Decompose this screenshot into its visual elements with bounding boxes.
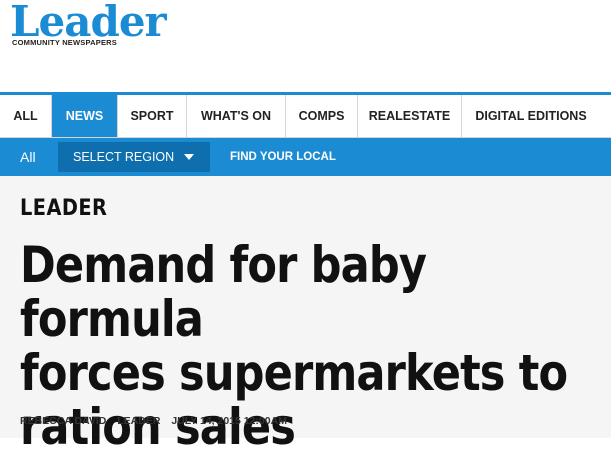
masthead: Leader COMMUNITY NEWSPAPERS bbox=[0, 0, 611, 92]
publish-date: JULY 14, 2015 12:00AM bbox=[171, 415, 287, 427]
author-name[interactable]: REBECCA DAVID bbox=[20, 415, 106, 427]
nav-item-whats-on[interactable]: WHAT'S ON bbox=[187, 95, 286, 137]
headline-line: forces supermarkets to bbox=[20, 344, 568, 402]
headline-line: Demand for baby formula bbox=[20, 236, 427, 348]
nav-item-digital-editions[interactable]: DIGITAL EDITIONS bbox=[462, 95, 600, 137]
logo-tagline: COMMUNITY NEWSPAPERS bbox=[12, 38, 117, 47]
headline-line: ration sales bbox=[20, 398, 296, 456]
byline: REBECCA DAVID LEADER JULY 14, 2015 12:00… bbox=[20, 415, 295, 427]
section-label[interactable]: LEADER bbox=[20, 196, 107, 221]
nav-item-news[interactable]: NEWS bbox=[52, 95, 118, 137]
region-all-link[interactable]: All bbox=[20, 138, 36, 176]
region-bar: All SELECT REGION FIND YOUR LOCAL bbox=[0, 138, 611, 176]
main-nav: ALL NEWS SPORT WHAT'S ON COMPS REALESTAT… bbox=[0, 92, 611, 138]
nav-item-realestate[interactable]: REALESTATE bbox=[358, 95, 462, 137]
nav-item-sport[interactable]: SPORT bbox=[118, 95, 187, 137]
select-region-label: SELECT REGION bbox=[73, 150, 175, 164]
nav-item-comps[interactable]: COMPS bbox=[286, 95, 358, 137]
article-header: LEADER Demand for baby formula forces su… bbox=[0, 176, 611, 454]
select-region-dropdown[interactable]: SELECT REGION bbox=[58, 142, 210, 172]
nav-item-all[interactable]: ALL bbox=[0, 95, 52, 137]
find-your-local-link[interactable]: FIND YOUR LOCAL bbox=[230, 138, 336, 176]
publication-name: LEADER bbox=[117, 415, 161, 427]
caret-down-icon bbox=[184, 154, 194, 160]
